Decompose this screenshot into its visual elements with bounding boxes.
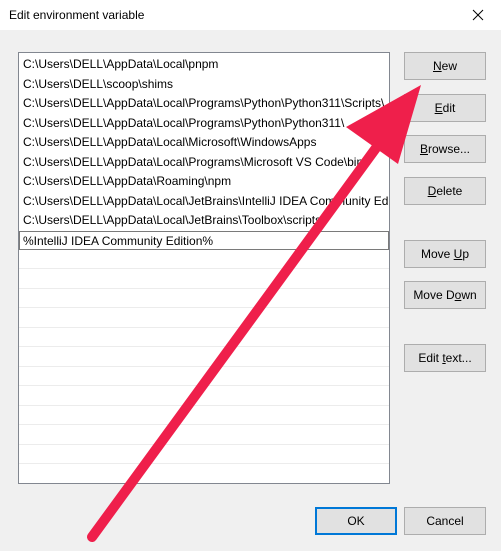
edit-button-mnemonic: E <box>434 101 443 115</box>
empty-row <box>19 309 389 328</box>
delete-button-mnemonic: D <box>427 184 437 198</box>
path-list[interactable]: C:\Users\DELL\AppData\Local\pnpm C:\Users… <box>18 52 390 484</box>
empty-row <box>19 387 389 406</box>
empty-row <box>19 289 389 308</box>
empty-row <box>19 328 389 347</box>
close-icon <box>472 9 484 21</box>
move-up-button-prefix: Move <box>420 247 454 261</box>
move-up-button[interactable]: Move Up <box>404 240 486 268</box>
new-button[interactable]: New <box>404 52 486 80</box>
ok-button-label: OK <box>347 514 365 528</box>
empty-row <box>19 348 389 367</box>
empty-row <box>19 426 389 445</box>
list-item-edit-field[interactable]: %IntelliJ IDEA Community Edition% <box>19 230 389 250</box>
browse-button-mnemonic: B <box>419 142 428 156</box>
edit-text-button-label: ext... <box>445 351 472 365</box>
empty-row <box>19 445 389 464</box>
cancel-button[interactable]: Cancel <box>404 507 486 535</box>
new-button-label: ew <box>441 59 457 73</box>
list-item[interactable]: C:\Users\DELL\scoop\shims <box>19 75 389 94</box>
move-down-button[interactable]: Move Do wn <box>404 281 486 309</box>
list-item[interactable]: C:\Users\DELL\AppData\Local\Programs\Pyt… <box>19 94 389 113</box>
empty-row <box>19 270 389 289</box>
delete-button[interactable]: Delete <box>404 177 486 205</box>
dialog-title: Edit environment variable <box>9 8 145 22</box>
move-down-button-prefix: Move D <box>413 288 455 302</box>
list-item[interactable]: C:\Users\DELL\AppData\Roaming\npm <box>19 172 389 191</box>
empty-row <box>19 367 389 386</box>
list-item[interactable]: C:\Users\DELL\AppData\Local\Programs\Pyt… <box>19 114 389 133</box>
list-item[interactable]: C:\Users\DELL\AppData\Local\Programs\Mic… <box>19 153 389 172</box>
empty-row <box>19 406 389 425</box>
new-button-mnemonic: N <box>432 59 442 73</box>
move-up-button-label: p <box>462 247 470 261</box>
browse-button[interactable]: Browse... <box>404 135 486 163</box>
delete-button-label: elete <box>436 184 463 198</box>
edit-button-label: dit <box>442 101 456 115</box>
title-bar: Edit environment variable <box>0 0 501 30</box>
close-button[interactable] <box>455 0 501 30</box>
empty-row <box>19 250 389 269</box>
edit-text-button[interactable]: Edit t ext... <box>404 344 486 372</box>
list-item[interactable]: C:\Users\DELL\AppData\Local\JetBrains\In… <box>19 192 389 211</box>
list-item[interactable]: C:\Users\DELL\AppData\Local\JetBrains\To… <box>19 211 389 230</box>
browse-button-label: rowse... <box>428 142 471 156</box>
list-item[interactable]: C:\Users\DELL\AppData\Local\pnpm <box>19 55 389 74</box>
move-up-button-mnemonic: U <box>453 247 463 261</box>
cancel-button-label: Cancel <box>426 514 464 528</box>
edit-text-button-prefix: Edit <box>418 351 443 365</box>
edit-button[interactable]: Edit <box>404 94 486 122</box>
ok-button[interactable]: OK <box>315 507 397 535</box>
move-down-button-label: wn <box>461 288 477 302</box>
list-item[interactable]: C:\Users\DELL\AppData\Local\Microsoft\Wi… <box>19 133 389 152</box>
